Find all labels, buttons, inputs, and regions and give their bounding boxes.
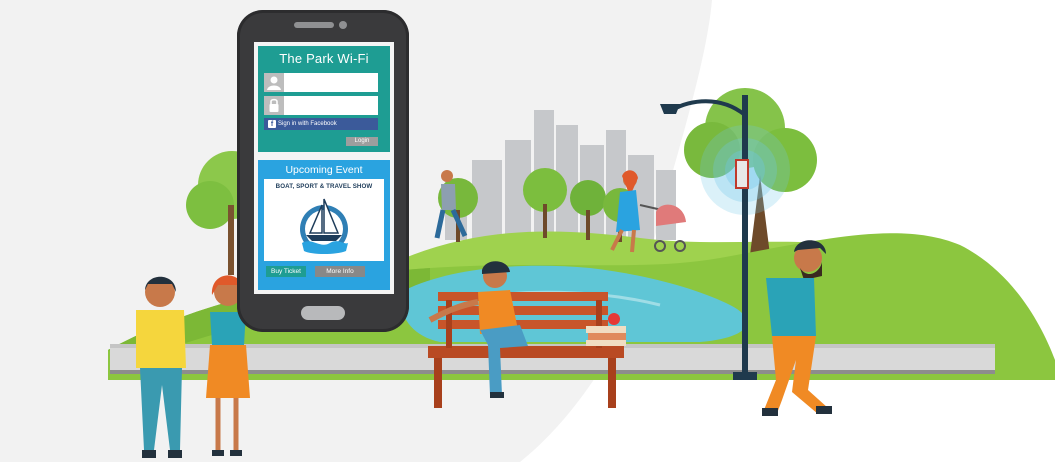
facebook-signin-label: Sign in with Facebook [278,121,337,127]
phone-speaker [294,22,334,28]
park-wifi-illustration: The Park Wi-Fi f Sign in with Facebook L… [0,0,1055,462]
username-field[interactable] [264,73,378,92]
password-field[interactable] [264,96,378,115]
sailboat-logo-icon [300,198,348,254]
phone-camera [339,21,347,29]
event-card: BOAT, SPORT & TRAVEL SHOW [264,179,384,261]
facebook-icon: f [268,120,276,128]
wifi-login-panel: The Park Wi-Fi f Sign in with Facebook L… [258,46,390,152]
wifi-title: The Park Wi-Fi [279,51,369,66]
user-icon [264,73,284,92]
facebook-signin-button[interactable]: f Sign in with Facebook [264,118,378,130]
event-heading: Upcoming Event [285,164,363,176]
more-info-button[interactable]: More Info [315,266,365,277]
smartphone: The Park Wi-Fi f Sign in with Facebook L… [237,10,409,332]
phone-screen: The Park Wi-Fi f Sign in with Facebook L… [254,42,394,294]
login-button[interactable]: Login [346,137,378,146]
buy-ticket-button[interactable]: Buy Ticket [266,266,306,277]
lock-icon [264,96,284,115]
home-button[interactable] [301,306,345,320]
park-background [0,0,1055,462]
event-name: BOAT, SPORT & TRAVEL SHOW [275,183,373,190]
upcoming-event-panel: Upcoming Event BOAT, SPORT & TRAVEL SHOW… [258,160,390,290]
